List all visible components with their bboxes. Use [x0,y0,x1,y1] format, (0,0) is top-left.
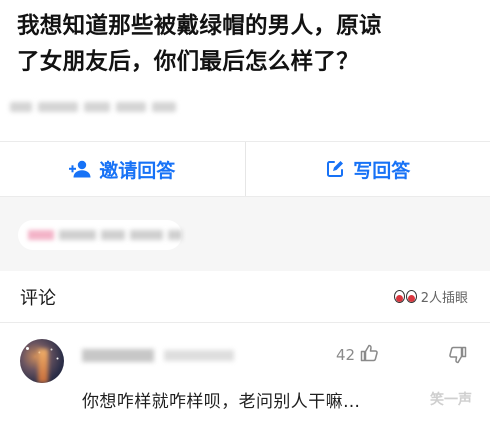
write-answer-button[interactable]: 写回答 [246,142,490,196]
edit-icon [325,159,345,179]
question-title-line1: 我想知道那些被戴绿帽的男人，原谅 [17,13,382,39]
dislike-button[interactable] [448,345,468,369]
question-header: 我想知道那些被戴绿帽的男人，原谅 了女朋友后，你们最后怎么样了？ [17,8,479,80]
blurred-question-meta [10,99,190,115]
invite-answer-button[interactable]: 邀请回答 [0,142,245,196]
thumbs-up-icon [359,343,379,367]
blurred-username [82,349,234,362]
add-user-icon [69,160,91,178]
like-count: 42 [336,346,356,364]
blurred-chip [18,220,182,250]
invite-answer-label: 邀请回答 [99,159,176,182]
thumbs-down-icon [448,346,468,369]
comments-title: 评论 [20,287,56,309]
avatar[interactable] [20,339,64,383]
like-button[interactable]: 42 [336,343,379,367]
answer-actions-bar: 邀请回答 写回答 [0,141,490,197]
reaction-summary[interactable]: 2人插眼 [393,287,468,306]
comment-item: 42 你想咋样就咋样呗，老问别人干嘛… 笑一声 [0,323,490,423]
comments-header: 评论 2人插眼 [0,271,490,323]
reaction-text: 2人插眼 [420,291,468,306]
eyes-icon [393,290,417,303]
write-answer-label: 写回答 [353,159,411,182]
comment-text: 你想咋样就咋样呗，老问别人干嘛… [82,392,361,412]
watermark: 笑一声 [430,392,472,408]
question-title-line2: 了女朋友后，你们最后怎么样了？ [17,49,360,75]
